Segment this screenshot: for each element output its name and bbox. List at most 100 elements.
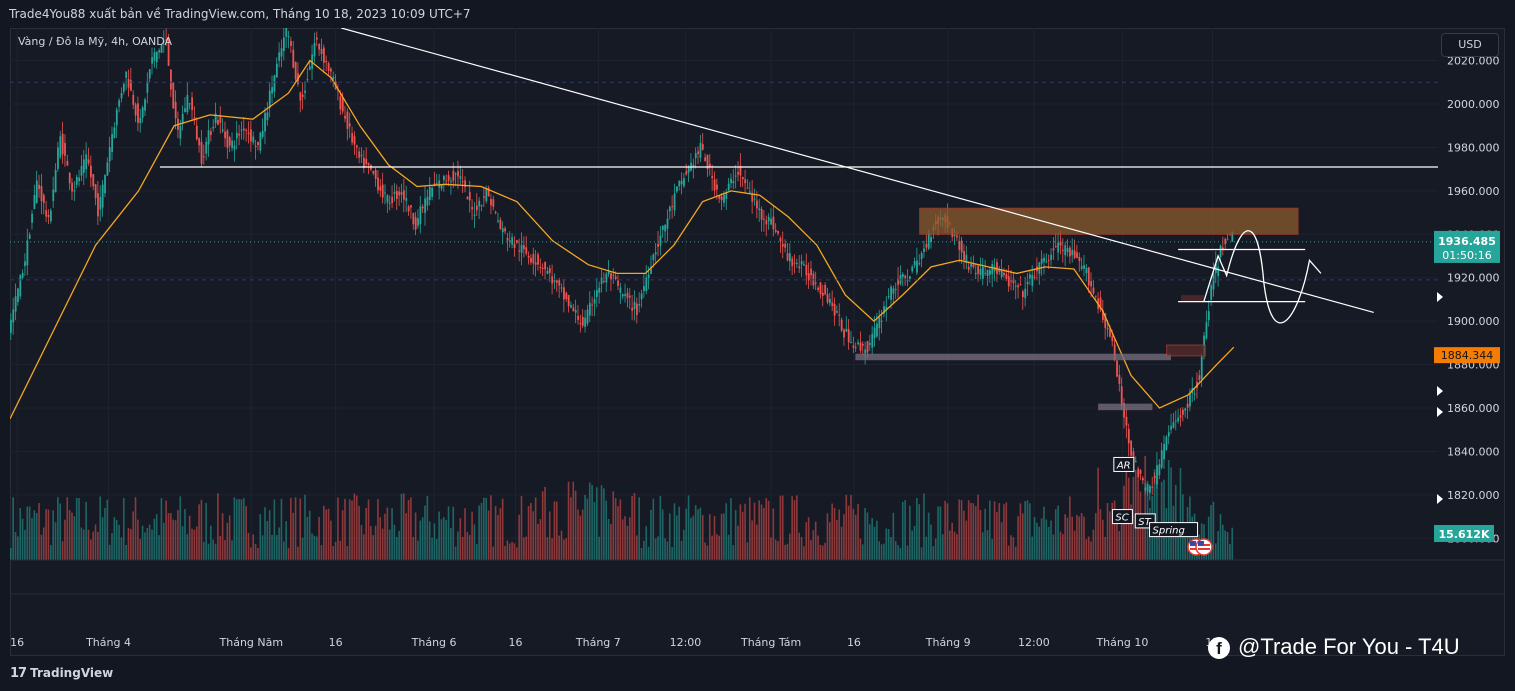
volume-bar [854,514,857,560]
candle-body [621,294,624,297]
volume-bar [661,509,664,560]
volume-bar [671,547,673,560]
candle-body [75,177,78,185]
candle-body [996,262,998,274]
candle-body [767,217,770,222]
volume-bar [697,509,699,560]
facebook-icon: f [1208,637,1230,660]
candle-body [598,287,601,293]
currency-button[interactable]: USD [1441,33,1499,57]
volume-bar [1214,543,1217,560]
volume-bar [165,500,167,560]
footer [0,656,1515,691]
candle-body [174,101,177,119]
volume-bar [419,520,422,560]
volume-bar [631,496,633,560]
volume-bar [598,536,600,560]
candle-body [21,273,24,278]
candle-body [1224,238,1227,245]
candle-body [887,296,890,298]
volume-bar [440,519,443,560]
candle-body [17,288,19,302]
candle-body [454,173,457,175]
volume-bar [447,506,450,560]
price-tick-label: 2000.000 [1447,98,1500,111]
volume-bar [99,496,102,560]
candle-body [130,80,132,91]
candle-body [1080,266,1083,269]
volume-bar [372,535,375,560]
volume-bar [118,524,120,560]
trendline [341,28,1374,314]
volume-bar [148,524,151,560]
moving-average-line [10,59,1235,420]
candle-body [833,303,836,316]
volume-bar [617,506,619,560]
volume-bar [167,513,170,560]
candle-body [1170,425,1173,430]
candle-body [431,187,434,197]
volume-bar [781,495,784,560]
volume-bar [1212,501,1215,560]
volume-bar [10,547,12,560]
candle-body [473,214,476,216]
candle-body [1219,245,1222,258]
volume-bar [188,515,191,560]
volume-bar [193,529,196,560]
candle-body [426,196,429,206]
volume-bar [14,532,17,560]
candle-body [492,199,495,207]
candle-body [87,159,90,164]
volume-bar [925,536,928,560]
candle-body [577,315,579,320]
volume-bar [876,520,878,560]
candle-body [593,299,596,304]
volume-bar [967,500,970,560]
candle-body [984,272,987,274]
candle-body [435,183,438,185]
volume-bar [767,500,770,560]
price-chart[interactable]: ARSC STSpring2020.0002000.0001980.0001960… [0,0,1515,691]
volume-bar [779,495,782,560]
volume-bar [869,524,871,560]
tradingview-logo[interactable]: 17 TradingView [10,666,113,681]
flag-canton [1190,541,1196,546]
volume-bar [1033,517,1036,560]
candle-body [247,132,250,135]
time-tick-label: Tháng 9 [925,636,971,649]
candle-body [494,211,497,213]
volume-bar [523,537,525,560]
small-zone-2 [1180,295,1204,302]
candle-body [904,275,907,279]
candle-body [134,104,137,116]
candle-body [428,186,431,201]
volume-bar [574,490,577,560]
volume-bar [941,534,944,560]
volume-bar [737,525,739,560]
watermark: f @Trade For You - T4U [1208,634,1460,660]
volume-bar [1080,513,1083,560]
volume-bar [285,521,287,560]
volume-bar [612,491,615,560]
candle-body [381,184,384,198]
volume-bar [358,505,360,560]
volume-bar [515,547,518,560]
volume-bar [1083,516,1085,560]
candle-body [673,193,676,211]
candle-body [527,256,530,258]
candle-body [570,305,572,308]
volume-bar [956,534,958,560]
volume-bar [751,520,753,560]
candle-body [1106,327,1109,330]
candle-body [737,172,740,175]
volume-bar [266,521,269,560]
candle-body [245,129,248,131]
volume-bar [1059,531,1062,560]
candle-body [257,141,259,146]
volume-bar [1054,509,1057,560]
candle-body [810,268,812,276]
volume-bar [920,547,923,560]
candle-body [701,144,704,150]
volume-bar [539,519,542,560]
candle-body [1094,295,1097,297]
